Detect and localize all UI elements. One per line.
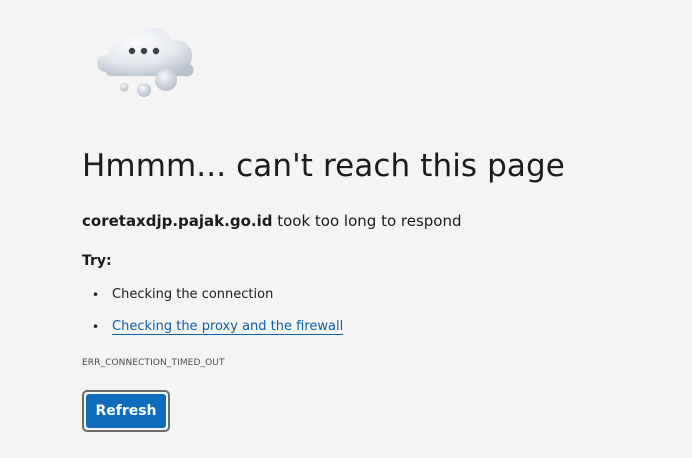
error-message-suffix: took too long to respond — [272, 212, 462, 230]
list-item: • Checking the connection — [82, 284, 343, 316]
refresh-button-label: Refresh — [86, 394, 166, 428]
bullet-icon: • — [92, 288, 100, 302]
dot-icon — [128, 47, 136, 55]
dot-icon — [152, 47, 160, 55]
dot-icon — [140, 47, 148, 55]
try-label: Try: — [82, 253, 112, 269]
error-message: coretaxdjp.pajak.go.id took too long to … — [82, 212, 462, 230]
error-code: ERR_CONNECTION_TIMED_OUT — [82, 358, 225, 368]
bullet-icon: • — [92, 320, 100, 334]
host-name: coretaxdjp.pajak.go.id — [82, 212, 273, 230]
suggestion-list: • Checking the connection • Checking the… — [82, 284, 344, 348]
proxy-firewall-link[interactable]: Checking the proxy and the firewall — [112, 319, 344, 335]
cloud-thinking-icon — [97, 27, 194, 97]
suggestion-check-connection: Checking the connection — [112, 287, 274, 302]
error-page: Hmmm... can't reach this page coretaxdjp… — [0, 0, 692, 458]
refresh-button[interactable]: Refresh — [82, 390, 170, 432]
list-item: • Checking the proxy and the firewall — [82, 316, 344, 348]
page-title: Hmmm... can't reach this page — [82, 148, 565, 184]
